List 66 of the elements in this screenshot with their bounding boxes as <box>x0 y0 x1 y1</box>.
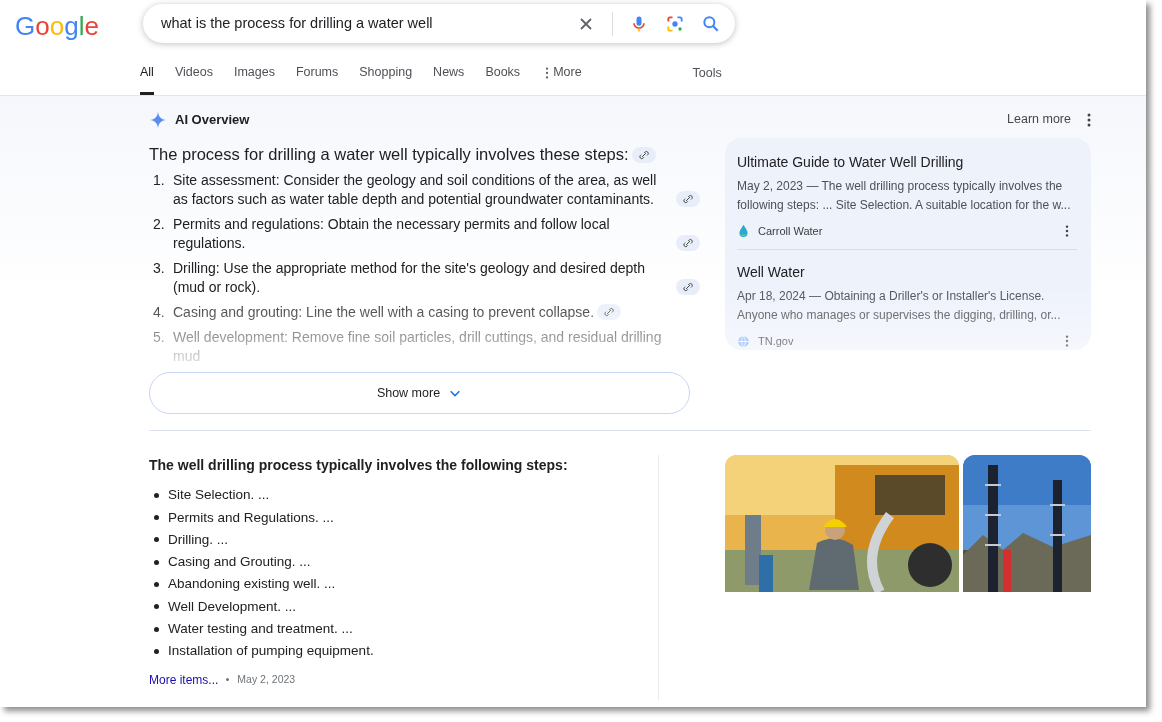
bullet-icon <box>154 537 159 543</box>
water-drop-icon <box>737 224 750 238</box>
more-options-icon[interactable] <box>1065 223 1069 238</box>
bullet-icon <box>154 626 159 632</box>
source-title[interactable]: Well Water <box>737 262 1077 283</box>
source-site: TN.gov <box>758 334 794 349</box>
search-tab[interactable]: Books <box>485 51 521 95</box>
step-number: 1. <box>152 171 166 191</box>
step-number: 3. <box>152 259 166 279</box>
bullet-icon <box>154 604 159 610</box>
list-item: Site Selection. ... <box>168 486 270 505</box>
tools-button[interactable]: Tools <box>692 52 722 95</box>
link-icon <box>683 194 693 205</box>
list-item: Installation of pumping equipment. <box>168 642 374 661</box>
more-items-link[interactable]: More items... <box>149 670 219 689</box>
step-text: Permits and regulations: Obtain the necessary permits and follow local regulations. <box>173 215 611 254</box>
search-tab[interactable]: Videos <box>174 51 213 95</box>
more-icon <box>545 65 550 80</box>
source-snippet: Apr 18, 2024 — Obtaining a Driller's or Installer's License. Anyone who manages or supervises the digging, drilling, or... <box>737 288 1062 324</box>
bullet-icon <box>154 559 159 565</box>
link-icon <box>638 150 649 161</box>
camera-icon[interactable] <box>665 13 685 34</box>
citation-button[interactable] <box>676 191 700 208</box>
bullet-icon <box>154 515 159 521</box>
bullet-icon <box>154 648 159 654</box>
search-tab[interactable]: News <box>433 51 465 95</box>
source-title[interactable]: Ultimate Guide to Water Well Drilling <box>737 151 1077 173</box>
bullet-icon <box>154 492 159 498</box>
step-number: 4. <box>152 303 166 323</box>
section-title: AI Overview <box>175 111 250 129</box>
list-item: Water testing and treatment. ... <box>168 620 353 639</box>
overview-heading: The process for drilling a water well typically involves these steps: <box>149 144 629 163</box>
source-snippet: May 2, 2023 — The well drilling process typically involves the following steps: ... Site Selection. A suitable location for the w... <box>737 177 1072 214</box>
citation-button[interactable] <box>631 147 656 164</box>
step-text: Site assessment: Consider the geology and soil conditions of the area, as well as factors such as water table depth and potential groundwater contaminants. <box>173 171 658 210</box>
bullet-icon <box>154 582 159 588</box>
globe-icon <box>737 334 750 348</box>
step-number: 5. <box>152 328 166 348</box>
snippet-heading: The well drilling process typically involves the following steps: <box>149 456 569 476</box>
citation-button[interactable] <box>676 235 700 252</box>
search-tab[interactable]: Shopping <box>359 51 413 95</box>
source-site: Carroll Water <box>758 223 823 239</box>
search-tab[interactable]: Forums <box>295 51 339 95</box>
google-logo[interactable]: Google <box>14 10 104 44</box>
link-icon <box>683 238 693 249</box>
learn-more-link[interactable]: Learn more <box>1007 110 1071 130</box>
separator-dot <box>226 678 230 682</box>
search-icon[interactable] <box>701 13 721 34</box>
more-options-icon[interactable] <box>1087 111 1091 128</box>
list-item: Well Development. ... <box>168 597 297 616</box>
citation-button[interactable] <box>676 279 700 296</box>
list-item: Casing and Grouting. ... <box>168 553 311 572</box>
list-item: Drilling. ... <box>168 530 228 549</box>
link-icon <box>604 307 615 318</box>
step-text: Drilling: Use the appropriate method for the site's geology and desired depth (mud or rock). <box>173 259 646 298</box>
step-number: 2. <box>152 215 166 235</box>
citation-button[interactable] <box>597 304 622 321</box>
search-field[interactable]: what is the process for drilling a water well <box>159 11 560 36</box>
list-item: Abandoning existing well. ... <box>168 575 336 594</box>
snippet-date: May 2, 2023 <box>237 671 296 687</box>
search-tab[interactable]: Images <box>233 51 275 95</box>
list-item: Permits and Regulations. ... <box>168 508 334 527</box>
step-text: Casing and grouting: Line the well with a casing to prevent collapse. <box>173 303 595 323</box>
show-more-button[interactable]: Show more <box>149 372 690 415</box>
link-icon <box>683 282 693 293</box>
search-tab[interactable]: More <box>545 51 582 95</box>
